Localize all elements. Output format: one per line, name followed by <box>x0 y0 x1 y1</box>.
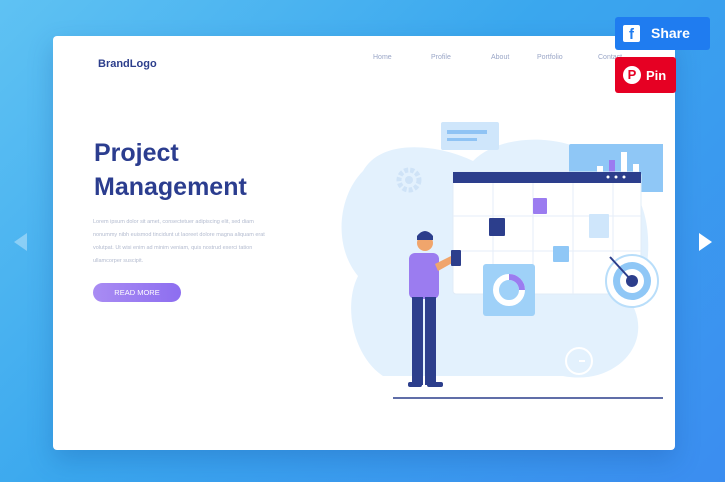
facebook-share-button[interactable]: f Share <box>615 17 710 50</box>
floating-card <box>441 122 499 150</box>
landing-card: BrandLogo Home Profile About Portfolio C… <box>53 36 675 450</box>
pin-label: Pin <box>646 68 667 83</box>
title-line-2: Management <box>94 173 247 201</box>
nav-about[interactable]: About <box>491 54 509 61</box>
nav-profile[interactable]: Profile <box>431 54 451 61</box>
share-label: Share <box>651 25 690 41</box>
read-more-button[interactable]: READ MORE <box>93 283 181 302</box>
title-line-1: Project <box>94 139 179 167</box>
donut-chart-card <box>483 264 535 316</box>
hero-description: Lorem ipsum dolor sit amet, consectetuer… <box>93 219 265 264</box>
previous-slide-icon[interactable] <box>14 233 27 251</box>
page-title: Project Management <box>94 136 247 204</box>
nav-portfolio[interactable]: Portfolio <box>537 54 563 61</box>
facebook-icon: f <box>623 25 640 43</box>
nav-home[interactable]: Home <box>373 54 392 61</box>
pinterest-icon: P <box>623 66 641 84</box>
next-slide-icon[interactable] <box>699 233 712 251</box>
brand-logo[interactable]: BrandLogo <box>98 58 157 70</box>
project-management-illustration <box>341 122 663 399</box>
pinterest-pin-button[interactable]: P Pin <box>615 57 676 93</box>
